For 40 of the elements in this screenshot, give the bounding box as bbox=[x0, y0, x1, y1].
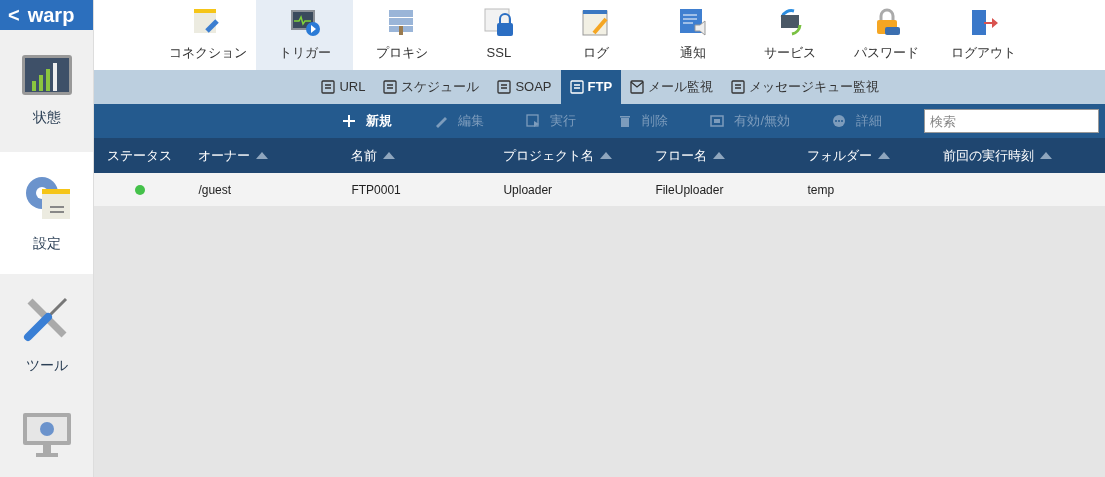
trash-icon bbox=[618, 114, 633, 128]
sort-arrow-icon bbox=[256, 152, 269, 159]
sort-arrow-icon bbox=[383, 152, 396, 159]
document-icon bbox=[497, 80, 512, 94]
table-cell-text: Uploader bbox=[503, 181, 553, 199]
back-icon: < bbox=[8, 0, 20, 30]
sub-tab[interactable]: SOAP bbox=[488, 70, 561, 104]
sub-tab[interactable]: メッセージキュー監視 bbox=[722, 70, 889, 104]
table-cell-text: FTP0001 bbox=[351, 181, 401, 199]
toolbar-button[interactable]: 新規 bbox=[342, 111, 393, 131]
sub-tab[interactable]: スケジュール bbox=[374, 70, 489, 104]
sub-tab[interactable]: URL bbox=[312, 70, 375, 104]
sort-arrow-icon bbox=[878, 152, 891, 159]
column-header[interactable]: オーナー bbox=[185, 138, 339, 173]
sub-tab[interactable]: メール監視 bbox=[621, 70, 723, 104]
search-field[interactable]: 検索 bbox=[924, 109, 1099, 133]
more-icon bbox=[832, 114, 846, 128]
mail-icon bbox=[630, 80, 645, 94]
sort-arrow-icon bbox=[600, 152, 613, 159]
pencil-icon bbox=[434, 114, 449, 128]
column-header[interactable]: 名前 bbox=[338, 138, 491, 173]
bar-chart-icon bbox=[21, 54, 72, 95]
table-cell-text: temp bbox=[807, 181, 835, 199]
table-cell-text: FileUploader bbox=[655, 181, 724, 199]
column-header[interactable]: プロジェクト名 bbox=[490, 138, 643, 173]
sub-tab[interactable]: FTP bbox=[560, 70, 622, 104]
column-header[interactable]: 前回の実行時刻 bbox=[930, 138, 1105, 173]
sidebar-item[interactable]: 設定 bbox=[0, 152, 94, 274]
sort-arrow-icon bbox=[1040, 152, 1053, 159]
logo-text: warp bbox=[27, 3, 75, 28]
nav-tab[interactable]: トリガー bbox=[256, 0, 354, 70]
logo-bar[interactable]: < warp bbox=[0, 0, 94, 30]
run-icon bbox=[526, 114, 541, 128]
plus-icon bbox=[342, 114, 357, 128]
column-header[interactable]: ステータス bbox=[94, 138, 186, 173]
column-header[interactable]: フロー名 bbox=[642, 138, 795, 173]
column-header[interactable]: フォルダー bbox=[794, 138, 931, 173]
table-row[interactable]: /guest FTP0001 Uploader FileUploader temp bbox=[94, 173, 1105, 206]
table-cell-text: /guest bbox=[198, 181, 232, 199]
sort-arrow-icon bbox=[713, 152, 726, 159]
